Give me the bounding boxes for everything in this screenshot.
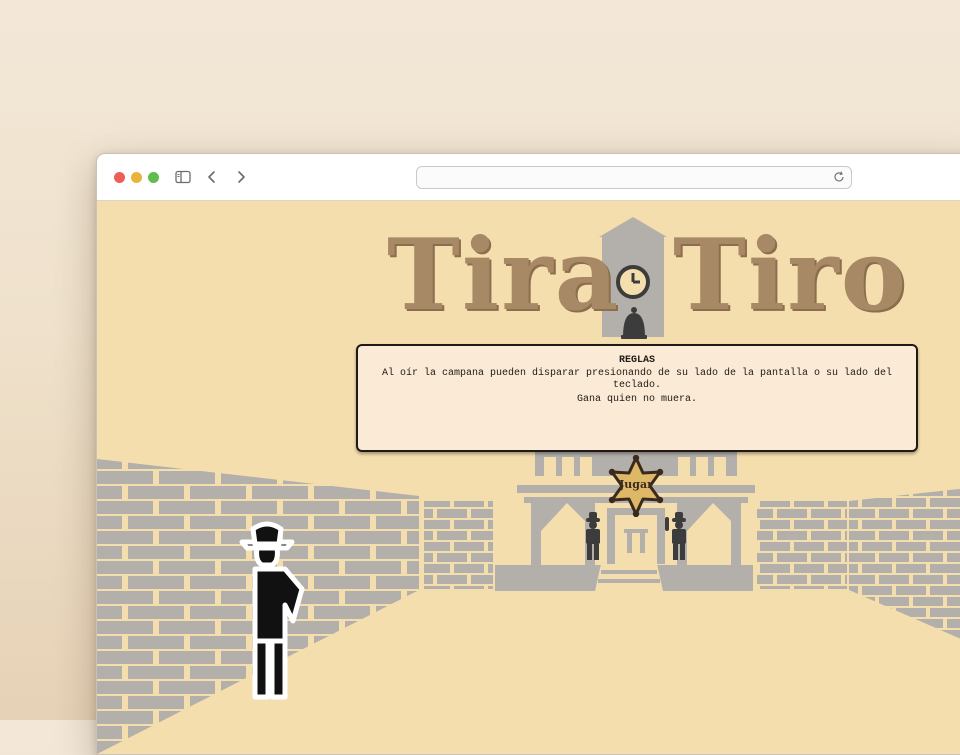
- reload-icon[interactable]: [832, 170, 846, 184]
- back-icon[interactable]: [203, 168, 221, 186]
- close-window-button[interactable]: [114, 172, 125, 183]
- title-left: Tira: [387, 218, 621, 333]
- maximize-window-button[interactable]: [148, 172, 159, 183]
- browser-toolbar: [97, 154, 960, 201]
- cowboy-right-distant: [665, 512, 686, 560]
- play-label: Jugar: [619, 478, 653, 491]
- forward-icon[interactable]: [232, 168, 250, 186]
- brick-wall-right: [849, 488, 960, 639]
- rules-heading: REGLAS: [618, 355, 655, 366]
- rules-text-win: Gana quien no muera.: [576, 394, 698, 405]
- sidebar-icon[interactable]: [174, 168, 192, 186]
- rules-panel: REGLAS Al oír la campana pueden disparar…: [356, 344, 918, 452]
- brick-wall-center-left: [424, 501, 493, 589]
- minimize-window-button[interactable]: [131, 172, 142, 183]
- brick-wall-center-right: [757, 501, 847, 589]
- address-bar[interactable]: [416, 166, 852, 189]
- browser-window: Tira Tiro REGLAS Al oír la campana puede…: [96, 153, 960, 755]
- title-right: Tiro: [673, 218, 909, 333]
- play-button[interactable]: Jugar: [605, 454, 667, 518]
- rules-text: Al oír la campana pueden disparar presio…: [381, 368, 893, 391]
- game-page: Tira Tiro REGLAS Al oír la campana puede…: [97, 201, 960, 754]
